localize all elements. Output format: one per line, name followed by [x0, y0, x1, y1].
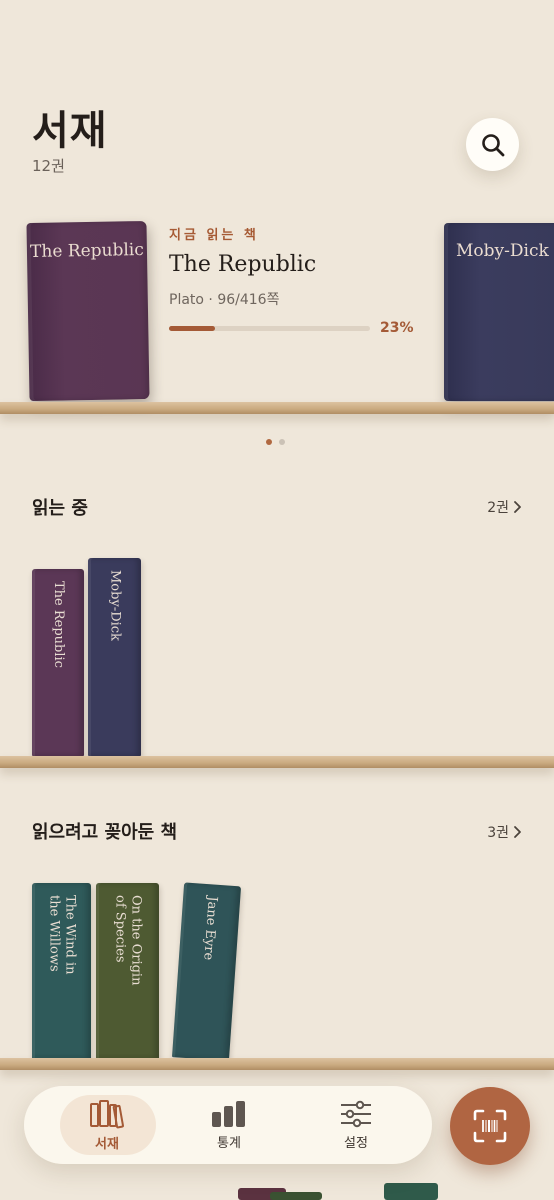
section-title-want: 읽으려고 꽂아둔 책	[32, 822, 178, 843]
reading-progress-fill	[169, 326, 216, 331]
spine-title: Jane Eyre	[200, 895, 220, 961]
tab-library[interactable]: 서재	[52, 1086, 162, 1164]
featured-book-title[interactable]: The Republic	[169, 252, 316, 277]
tab-label: 통계	[217, 1135, 241, 1151]
tab-settings[interactable]: 설정	[301, 1086, 411, 1164]
sliders-icon	[341, 1100, 371, 1127]
carousel-dot[interactable]	[266, 439, 272, 445]
bookshelf-icon	[90, 1099, 124, 1128]
book-spine	[384, 1183, 438, 1200]
section-count-label: 3권	[487, 825, 509, 841]
next-book-cover[interactable]: Moby-Dick	[444, 223, 554, 401]
cover-title: The Republic	[29, 240, 144, 263]
chevron-right-icon	[514, 826, 521, 838]
page-title: 서재	[32, 108, 108, 154]
section-count-label: 2권	[487, 500, 509, 516]
spine-title: The Republic	[51, 581, 66, 668]
section-title-reading: 읽는 중	[32, 498, 88, 519]
cover-title: Moby-Dick	[456, 241, 549, 261]
want-shelf	[0, 1058, 554, 1070]
reading-shelf	[0, 756, 554, 768]
chevron-right-icon	[514, 501, 521, 513]
spine-title: On the Origin of Species	[112, 895, 144, 986]
carousel-page-indicator[interactable]	[266, 439, 285, 445]
book-spine[interactable]: The Wind in the Willows	[32, 883, 91, 1059]
book-spine	[270, 1192, 322, 1200]
spine-title: The Wind in the Willows	[46, 895, 78, 975]
reading-progress-percent: 23%	[380, 320, 414, 336]
featured-shelf	[0, 402, 554, 414]
book-count: 12권	[32, 157, 65, 175]
now-reading-label: 지금 읽는 책	[169, 228, 259, 243]
book-spine[interactable]: Moby-Dick	[88, 558, 141, 756]
search-icon	[481, 133, 504, 156]
barcode-scan-icon	[473, 1109, 507, 1143]
barcode-scan-button[interactable]	[450, 1087, 530, 1165]
featured-book-cover[interactable]: The Republic	[26, 220, 150, 402]
featured-book-meta: Plato · 96/416쪽	[169, 292, 280, 308]
tab-label: 설정	[344, 1135, 368, 1151]
book-spine[interactable]: Jane Eyre	[172, 882, 242, 1061]
spine-title: Moby-Dick	[107, 570, 123, 641]
tab-stats[interactable]: 통계	[174, 1086, 284, 1164]
reading-progress-bar	[169, 326, 370, 331]
bottom-tab-bar: 서재 통계 설정	[24, 1086, 432, 1164]
section-more-want[interactable]: 3권	[487, 822, 522, 842]
book-spine[interactable]: The Republic	[32, 569, 84, 756]
search-button[interactable]	[466, 118, 519, 171]
bar-chart-icon	[212, 1100, 245, 1127]
section-more-reading[interactable]: 2권	[487, 497, 522, 517]
tab-label: 서재	[95, 1136, 119, 1152]
book-spine[interactable]: On the Origin of Species	[96, 883, 159, 1059]
carousel-dot[interactable]	[279, 439, 285, 445]
